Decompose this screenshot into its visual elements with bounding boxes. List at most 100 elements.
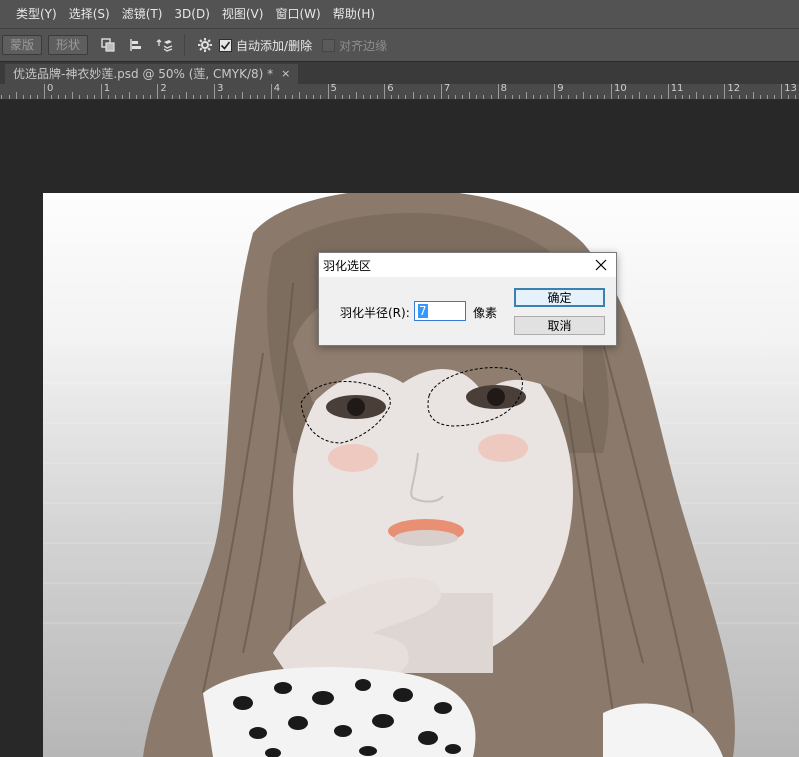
ruler-tick [525,92,527,99]
document-tab[interactable]: 优选品牌-神衣妙莲.psd @ 50% (莲, CMYK/8) * × [5,64,299,84]
ruler-tick [129,92,131,99]
ruler-tick [36,95,38,99]
align-edges-label[interactable]: 对齐边缘 [339,37,387,54]
ruler-tick [497,84,499,99]
ok-button[interactable]: 确定 [514,288,605,307]
ruler-tick [611,84,612,99]
ruler-tick [490,95,492,99]
ruler-tick [504,95,506,99]
workspace [0,100,799,757]
ruler-tick [263,95,265,99]
ruler-tick [681,95,683,99]
align-edges-checkbox[interactable] [322,38,336,52]
close-icon[interactable]: × [281,64,290,84]
ruler-tick [554,84,556,99]
ruler-tick [1,95,3,99]
menu-help[interactable]: 帮助(H) [327,0,381,28]
ruler-label: 10 [614,84,627,94]
ruler-tick [759,95,761,99]
ruler-tick [752,92,754,99]
ruler-tick [299,92,301,99]
shape-button[interactable]: 形状 [48,35,89,55]
ruler-tick [568,95,570,99]
menu-type[interactable]: 类型(Y) [10,0,63,28]
menu-filter[interactable]: 滤镜(T) [116,0,169,28]
ruler-tick [703,95,705,99]
ruler-tick [738,95,740,99]
ruler-tick [65,95,67,99]
menu-window[interactable]: 窗口(W) [269,0,326,28]
auto-add-delete-label[interactable]: 自动添加/删除 [236,37,312,54]
feather-radius-input[interactable]: 7 [414,301,466,321]
align-icon[interactable] [124,33,148,57]
ruler-tick [653,95,655,99]
ruler-tick [462,95,464,99]
ruler-label: 0 [47,84,54,94]
ruler-tick [766,95,768,99]
ruler-tick [646,95,648,99]
ruler-tick [788,95,790,99]
ruler-tick [121,95,123,99]
ruler-tick [192,95,194,99]
ruler-tick [603,95,605,99]
cancel-button[interactable]: 取消 [514,316,605,335]
ruler-tick [355,92,357,99]
menu-view[interactable]: 视图(V) [216,0,270,28]
ruler-tick [618,95,620,99]
ruler-tick [469,92,471,99]
ruler-tick [405,95,407,99]
ruler-tick [44,84,45,99]
ruler-tick [171,95,173,99]
ruler-tick [327,84,329,99]
menu-3d[interactable]: 3D(D) [168,0,215,28]
dialog-title: 羽化选区 [323,258,372,273]
combine-shapes-icon[interactable] [96,33,120,57]
ruler-tick [221,95,223,99]
feather-radius-unit: 像素 [473,306,498,320]
ruler-tick [306,95,308,99]
ruler-tick [412,92,414,99]
ruler-tick [8,95,10,99]
ruler-tick [86,95,88,99]
ruler-tick [419,95,421,99]
ruler-tick [426,95,428,99]
ruler-tick [440,84,442,99]
ruler-tick [185,92,187,99]
ruler-tick [483,95,485,99]
menu-bar: 类型(Y) 选择(S) 滤镜(T) 3D(D) 视图(V) 窗口(W) 帮助(H… [0,0,799,28]
ruler-tick [136,95,138,99]
ruler-tick [207,95,208,99]
ruler-label: 7 [443,84,451,94]
ruler-label: 6 [387,84,394,94]
horizontal-ruler[interactable]: 0 1 2 3 4 5 6 7 8 9 10 11 12 13 [0,84,799,100]
mask-button[interactable]: 蒙版 [2,35,43,55]
ruler-tick [277,95,279,99]
auto-add-delete-checkbox[interactable] [219,38,233,52]
ruler-label: 3 [217,84,224,94]
ruler-label: 9 [557,84,564,94]
ruler-tick [391,95,393,99]
ruler-tick [518,95,520,99]
ruler-tick [292,95,294,99]
tab-bar: 优选品牌-神衣妙莲.psd @ 50% (莲, CMYK/8) * × [0,62,799,84]
gear-icon[interactable] [193,33,217,57]
ruler-label: 13 [784,84,797,94]
ruler-tick [370,95,372,99]
ruler-tick [667,84,669,99]
arrange-icon[interactable] [152,33,176,57]
ruler-tick [540,95,542,99]
ruler-tick [150,95,152,99]
ruler-tick [114,95,116,99]
menu-select[interactable]: 选择(S) [63,0,116,28]
ruler-tick [384,84,386,99]
ruler-tick [717,95,719,99]
ruler-tick [575,95,577,99]
ruler-tick [582,92,584,99]
close-icon[interactable] [592,256,610,274]
ruler-label: 2 [160,84,167,94]
ruler-tick [589,95,591,99]
document-tab-title: 优选品牌-神衣妙莲.psd @ 50% (莲, CMYK/8) * [13,67,274,81]
ruler-tick [313,95,315,99]
ruler-tick [348,95,350,99]
ruler-tick [178,95,180,99]
